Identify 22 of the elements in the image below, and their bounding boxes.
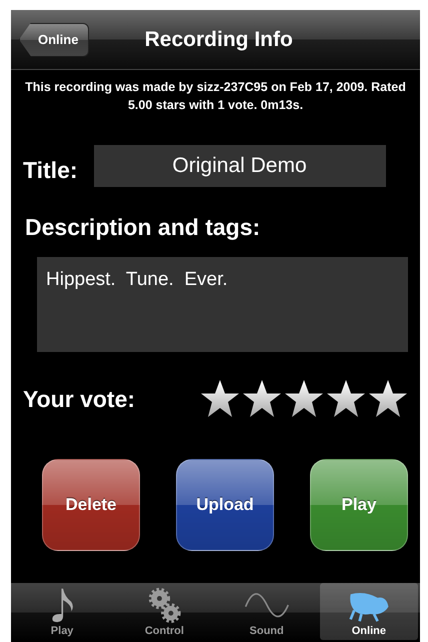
recording-details: This recording was made by sizz-237C95 on Feb 17, 2009. Rated 5.00 stars with 1 vote. 0m13s. bbox=[24, 79, 407, 114]
star-icon[interactable] bbox=[326, 379, 366, 419]
description-field[interactable]: Hippest. Tune. Ever. bbox=[37, 257, 408, 352]
title-field[interactable]: Original Demo bbox=[94, 145, 386, 187]
action-button[interactable]: Upload bbox=[176, 459, 274, 551]
star-icon[interactable] bbox=[242, 379, 282, 419]
screen-title: Recording Info bbox=[144, 28, 294, 52]
action-button[interactable]: Delete bbox=[42, 459, 140, 551]
tab[interactable]: Sound bbox=[218, 583, 316, 640]
star-icon[interactable] bbox=[368, 379, 408, 419]
gears-icon bbox=[148, 587, 181, 623]
star-icon[interactable] bbox=[284, 379, 324, 419]
vote-label: Your vote: bbox=[23, 386, 136, 412]
description-label: Description and tags: bbox=[24, 213, 262, 241]
tab[interactable]: Control bbox=[115, 583, 214, 640]
star-icon[interactable] bbox=[200, 379, 240, 419]
music-note-icon bbox=[50, 587, 74, 623]
star-rating[interactable] bbox=[200, 379, 408, 419]
tab[interactable]: Play bbox=[13, 583, 112, 640]
title-label: Title: bbox=[23, 156, 78, 184]
back-button[interactable]: Online bbox=[19, 22, 90, 56]
tab[interactable]: Online bbox=[320, 583, 418, 640]
